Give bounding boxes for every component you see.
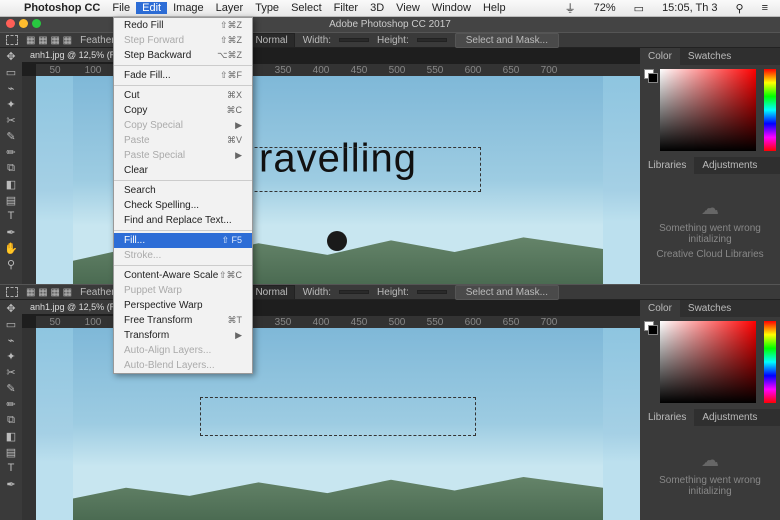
tools-panel: ✥ ▭ ⌁ ✦ ✂ ✎ ✏ ⧉ ◧ ▤ T ✒ ✋ ⚲: [0, 48, 22, 284]
menu-select[interactable]: Select: [285, 2, 328, 14]
tab-swatches[interactable]: Swatches: [680, 48, 739, 65]
quick-select-tool-icon[interactable]: ✦: [2, 98, 20, 112]
tools-panel-2: ✥▭⌁✦✂✎✏⧉◧▤T✒: [0, 300, 22, 520]
menu-help[interactable]: Help: [477, 2, 512, 14]
style-select[interactable]: Normal: [248, 33, 294, 48]
tab-libraries[interactable]: Libraries: [640, 157, 694, 174]
notifications-icon[interactable]: ≡: [756, 2, 774, 14]
right-panels: ColorSwatches LibrariesAdjustments ☁︎ So…: [640, 48, 780, 284]
select-and-mask-button-2[interactable]: Select and Mask...: [455, 285, 559, 300]
menu-type[interactable]: Type: [249, 2, 285, 14]
menu-item-step-forward: Step Forward⇧⌘Z: [114, 33, 252, 48]
menu-view[interactable]: View: [390, 2, 426, 14]
battery-icon: ▭: [628, 2, 650, 15]
menu-window[interactable]: Window: [426, 2, 477, 14]
menu-item-find-and-replace-text-[interactable]: Find and Replace Text...: [114, 213, 252, 228]
marquee-tool-icon[interactable]: ▭: [2, 66, 20, 80]
app-name[interactable]: Photoshop CC: [18, 2, 106, 14]
close-window-button[interactable]: [6, 19, 15, 28]
color-picker-2[interactable]: [640, 317, 780, 409]
menu-item-paste: Paste⌘V: [114, 133, 252, 148]
lasso-tool-icon[interactable]: ⌁: [2, 82, 20, 96]
cloud-error-icon: ☁︎: [701, 198, 719, 219]
libraries-error-2: Creative Cloud Libraries: [656, 249, 763, 260]
window-title: Adobe Photoshop CC 2017: [329, 19, 451, 30]
zoom-window-button[interactable]: [32, 19, 41, 28]
height-input[interactable]: [417, 38, 447, 42]
libraries-panel: ☁︎ Something went wrong initializing Cre…: [640, 174, 780, 284]
move-tool-icon[interactable]: ✥: [2, 50, 20, 64]
menu-image[interactable]: Image: [167, 2, 210, 14]
menu-item-puppet-warp: Puppet Warp: [114, 283, 252, 298]
type-tool-icon[interactable]: T: [2, 210, 20, 224]
feather-label: Feather:: [80, 35, 117, 46]
wifi-icon[interactable]: ⏚: [559, 0, 582, 16]
menu-item-search[interactable]: Search: [114, 183, 252, 198]
eyedropper-tool-icon[interactable]: ✎: [2, 130, 20, 144]
clock[interactable]: 15:05, Th 3: [656, 2, 723, 14]
selection-mode-icons[interactable]: ▦ ▦ ▦ ▦: [26, 287, 72, 298]
color-field[interactable]: [660, 69, 756, 151]
image-person: [327, 231, 347, 251]
menu-item-auto-align-layers-: Auto-Align Layers...: [114, 343, 252, 358]
menu-layer[interactable]: Layer: [210, 2, 250, 14]
selection-marquee-2[interactable]: [200, 397, 476, 435]
libraries-error-1: Something went wrong initializing: [646, 223, 774, 245]
menu-item-redo-fill[interactable]: Redo Fill⇧⌘Z: [114, 18, 252, 33]
marquee-tool-icon[interactable]: [6, 287, 18, 297]
selection-mode-icons[interactable]: ▦ ▦ ▦ ▦: [26, 35, 72, 46]
clone-tool-icon[interactable]: ⧉: [2, 162, 20, 176]
foreground-background-swatch[interactable]: [644, 69, 658, 83]
color-picker[interactable]: [640, 65, 780, 157]
width-label: Width:: [303, 35, 331, 46]
hand-tool-icon[interactable]: ✋: [2, 242, 20, 256]
marquee-tool-icon[interactable]: [6, 35, 18, 45]
right-panels-2: ColorSwatches LibrariesAdjustments ☁︎ So…: [640, 300, 780, 520]
tab-color[interactable]: Color: [640, 48, 680, 65]
style-select-2[interactable]: Normal: [248, 285, 294, 300]
menu-3d[interactable]: 3D: [364, 2, 390, 14]
crop-tool-icon[interactable]: ✂: [2, 114, 20, 128]
battery-level: 72%: [588, 2, 622, 14]
menu-item-check-spelling-[interactable]: Check Spelling...: [114, 198, 252, 213]
menu-file[interactable]: File: [106, 2, 136, 14]
macos-menubar: Photoshop CC File Edit Image Layer Type …: [0, 0, 780, 17]
ruler-vertical[interactable]: [22, 76, 36, 284]
brush-tool-icon[interactable]: ✏: [2, 146, 20, 160]
menu-item-transform[interactable]: Transform▶: [114, 328, 252, 343]
menu-item-free-transform[interactable]: Free Transform⌘T: [114, 313, 252, 328]
menu-item-fade-fill-[interactable]: Fade Fill...⇧⌘F: [114, 68, 252, 83]
menu-item-perspective-warp[interactable]: Perspective Warp: [114, 298, 252, 313]
menu-item-clear[interactable]: Clear: [114, 163, 252, 178]
select-and-mask-button[interactable]: Select and Mask...: [455, 33, 559, 48]
menu-item-stroke-: Stroke...: [114, 248, 252, 263]
menu-item-auto-blend-layers-: Auto-Blend Layers...: [114, 358, 252, 373]
edit-dropdown-menu: Redo Fill⇧⌘ZStep Forward⇧⌘ZStep Backward…: [113, 17, 253, 374]
menu-item-fill-[interactable]: Fill...⇧ F5: [114, 233, 252, 248]
height-label: Height:: [377, 35, 409, 46]
hue-slider[interactable]: [764, 69, 776, 151]
minimize-window-button[interactable]: [19, 19, 28, 28]
tab-adjustments[interactable]: Adjustments: [694, 157, 765, 174]
menu-item-copy-special: Copy Special▶: [114, 118, 252, 133]
ruler-vertical-2[interactable]: [22, 328, 36, 520]
menu-filter[interactable]: Filter: [328, 2, 364, 14]
image-landscape-2: [73, 466, 603, 520]
eraser-tool-icon[interactable]: ◧: [2, 178, 20, 192]
width-input[interactable]: [339, 38, 369, 42]
menu-edit[interactable]: Edit: [136, 2, 167, 14]
gradient-tool-icon[interactable]: ▤: [2, 194, 20, 208]
cloud-error-icon: ☁︎: [701, 450, 719, 471]
menu-item-step-backward[interactable]: Step Backward⌥⌘Z: [114, 48, 252, 63]
pen-tool-icon[interactable]: ✒: [2, 226, 20, 240]
spotlight-icon[interactable]: ⚲: [730, 2, 750, 15]
menu-item-cut[interactable]: Cut⌘X: [114, 88, 252, 103]
menu-item-content-aware-scale[interactable]: Content-Aware Scale⇧⌘C: [114, 268, 252, 283]
zoom-tool-icon[interactable]: ⚲: [2, 258, 20, 272]
menu-item-paste-special: Paste Special▶: [114, 148, 252, 163]
menu-item-copy[interactable]: Copy⌘C: [114, 103, 252, 118]
